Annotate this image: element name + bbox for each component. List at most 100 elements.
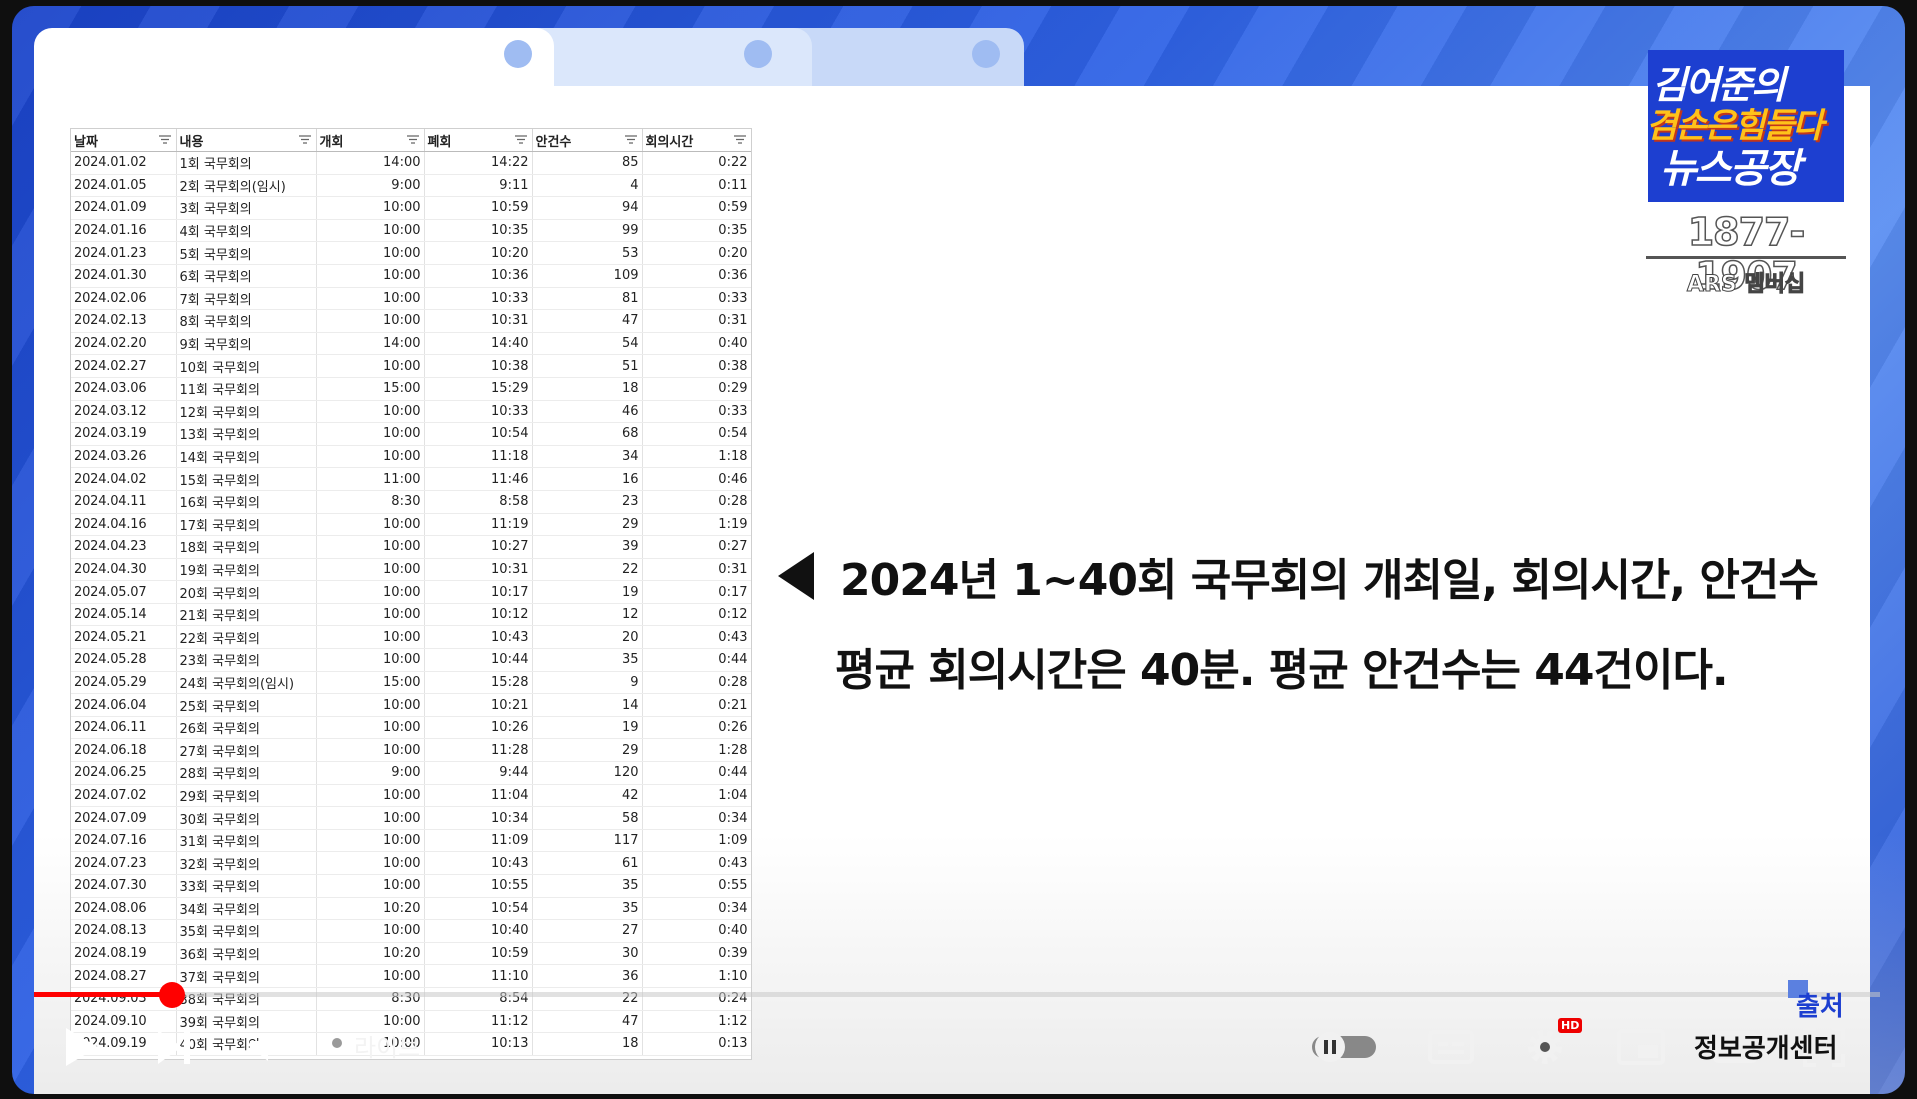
progress-bar[interactable]: [34, 992, 1880, 997]
table-cell[interactable]: 10회 국무회의: [176, 354, 317, 378]
table-cell[interactable]: 10:31: [424, 309, 533, 333]
table-cell[interactable]: 24회 국무회의(임시): [176, 671, 317, 695]
table-cell[interactable]: 58: [532, 806, 643, 830]
table-cell[interactable]: 2024.04.02: [71, 467, 177, 491]
subtitles-icon[interactable]: [1428, 1028, 1474, 1066]
table-cell[interactable]: 109: [532, 264, 643, 288]
table-cell[interactable]: 30: [532, 942, 643, 966]
table-cell[interactable]: 2024.06.25: [71, 761, 177, 785]
table-cell[interactable]: 6회 국무회의: [176, 264, 317, 288]
table-cell[interactable]: 0:28: [642, 671, 751, 695]
table-cell[interactable]: 15:29: [424, 377, 533, 401]
table-cell[interactable]: 0:34: [642, 897, 751, 921]
table-cell[interactable]: 0:20: [642, 241, 751, 265]
table-cell[interactable]: 12: [532, 603, 643, 627]
table-cell[interactable]: 10:00: [316, 264, 425, 288]
table-cell[interactable]: 2024.07.09: [71, 806, 177, 830]
table-cell[interactable]: 0:38: [642, 354, 751, 378]
table-cell[interactable]: 30회 국무회의: [176, 806, 317, 830]
table-cell[interactable]: 0:22: [642, 151, 751, 175]
table-cell[interactable]: 10:00: [316, 784, 425, 808]
play-icon[interactable]: [62, 1026, 102, 1068]
table-cell[interactable]: 10:00: [316, 513, 425, 537]
table-cell[interactable]: 0:40: [642, 332, 751, 356]
table-cell[interactable]: 10:00: [316, 445, 425, 469]
table-cell[interactable]: 11:12: [424, 1010, 533, 1034]
table-cell[interactable]: 26회 국무회의: [176, 716, 317, 740]
table-cell[interactable]: 10:00: [316, 219, 425, 243]
table-cell[interactable]: 2024.03.26: [71, 445, 177, 469]
table-cell[interactable]: 1:12: [642, 1010, 751, 1034]
table-cell[interactable]: 2024.03.06: [71, 377, 177, 401]
table-cell[interactable]: 85: [532, 151, 643, 175]
table-cell[interactable]: 23회 국무회의: [176, 648, 317, 672]
next-icon[interactable]: [156, 1028, 194, 1066]
table-cell[interactable]: 0:29: [642, 377, 751, 401]
table-cell[interactable]: 34: [532, 445, 643, 469]
table-cell[interactable]: 0:31: [642, 309, 751, 333]
table-cell[interactable]: 7회 국무회의: [176, 287, 317, 311]
table-cell[interactable]: 2024.07.02: [71, 784, 177, 808]
table-cell[interactable]: 0:33: [642, 400, 751, 424]
table-cell[interactable]: 29: [532, 513, 643, 537]
table-cell[interactable]: 2024.02.13: [71, 309, 177, 333]
table-cell[interactable]: 2024.03.12: [71, 400, 177, 424]
table-cell[interactable]: 10:17: [424, 580, 533, 604]
table-cell[interactable]: 28회 국무회의: [176, 761, 317, 785]
table-cell[interactable]: 10:43: [424, 625, 533, 650]
table-cell[interactable]: 10:00: [316, 580, 425, 604]
table-cell[interactable]: 0:31: [642, 558, 751, 582]
table-cell[interactable]: 8:58: [424, 490, 533, 514]
table-cell[interactable]: 17회 국무회의: [176, 513, 317, 537]
table-cell[interactable]: 10:55: [424, 874, 533, 898]
table-cell[interactable]: 81: [532, 287, 643, 311]
filter-icon[interactable]: [406, 135, 419, 144]
table-cell[interactable]: 32회 국무회의: [176, 851, 317, 875]
table-cell[interactable]: 2024.07.23: [71, 851, 177, 875]
table-cell[interactable]: 10:00: [316, 851, 425, 875]
table-cell[interactable]: 117: [532, 829, 643, 853]
table-cell[interactable]: 40회 국무회의: [176, 1032, 317, 1056]
table-cell[interactable]: 0:11: [642, 174, 751, 198]
table-cell[interactable]: 2024.01.02: [71, 151, 177, 175]
table-cell[interactable]: 35: [532, 874, 643, 898]
table-cell[interactable]: 23: [532, 490, 643, 514]
table-cell[interactable]: 2024.07.30: [71, 874, 177, 898]
table-cell[interactable]: 22: [532, 987, 643, 1011]
filter-icon[interactable]: [514, 135, 527, 144]
table-cell[interactable]: 11:00: [316, 467, 425, 491]
table-cell[interactable]: 19: [532, 716, 643, 740]
table-cell[interactable]: 35: [532, 648, 643, 672]
column-header[interactable]: 내용: [176, 129, 317, 152]
table-cell[interactable]: 1:18: [642, 445, 751, 469]
filter-icon[interactable]: [298, 135, 311, 144]
table-cell[interactable]: 2024.04.30: [71, 558, 177, 582]
table-cell[interactable]: 10:59: [424, 196, 533, 220]
table-cell[interactable]: 10:33: [424, 400, 533, 424]
table-cell[interactable]: 10:00: [316, 196, 425, 220]
table-cell[interactable]: 14:22: [424, 151, 533, 175]
table-cell[interactable]: 10:00: [316, 287, 425, 311]
table-cell[interactable]: 1회 국무회의: [176, 151, 317, 175]
table-cell[interactable]: 1:09: [642, 829, 751, 853]
table-cell[interactable]: 2024.03.19: [71, 422, 177, 446]
table-cell[interactable]: 10:59: [424, 942, 533, 966]
table-cell[interactable]: 0:44: [642, 761, 751, 785]
table-cell[interactable]: 10:35: [424, 219, 533, 243]
table-cell[interactable]: 120: [532, 761, 643, 785]
table-cell[interactable]: 10:13: [424, 1032, 533, 1056]
table-cell[interactable]: 4회 국무회의: [176, 219, 317, 243]
table-cell[interactable]: 25회 국무회의: [176, 693, 317, 717]
table-cell[interactable]: 19: [532, 580, 643, 604]
table-cell[interactable]: 2024.02.06: [71, 287, 177, 311]
table-cell[interactable]: 10:00: [316, 309, 425, 333]
table-cell[interactable]: 0:13: [642, 1032, 751, 1056]
table-cell[interactable]: 36회 국무회의: [176, 942, 317, 966]
table-cell[interactable]: 61: [532, 851, 643, 875]
table-cell[interactable]: 11회 국무회의: [176, 377, 317, 401]
table-cell[interactable]: 0:40: [642, 919, 751, 943]
table-cell[interactable]: 0:27: [642, 535, 751, 559]
table-cell[interactable]: 8회 국무회의: [176, 309, 317, 333]
table-cell[interactable]: 11:18: [424, 445, 533, 469]
table-cell[interactable]: 2024.02.20: [71, 332, 177, 356]
